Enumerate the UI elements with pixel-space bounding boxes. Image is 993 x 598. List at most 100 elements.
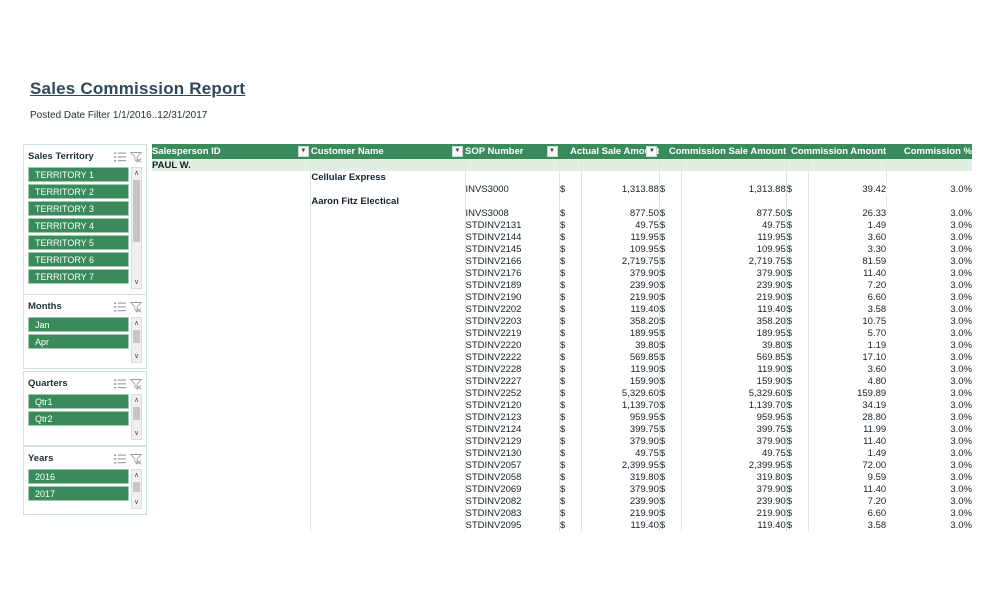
slicer-item[interactable]: 2016 bbox=[28, 469, 129, 484]
currency-symbol: $ bbox=[559, 231, 582, 243]
slicer-item[interactable]: TERRITORY 7 bbox=[28, 269, 129, 284]
slicer-item[interactable]: TERRITORY 6 bbox=[28, 252, 129, 267]
slicer-item[interactable]: Qtr1 bbox=[28, 394, 129, 409]
slicer-sales-territory[interactable]: Sales Territory TERRITORY 1 TERRITORY 2 TER… bbox=[23, 144, 147, 295]
currency-symbol: $ bbox=[559, 471, 582, 483]
empty-cell bbox=[152, 195, 311, 207]
commission-amount-value: 3.58 bbox=[807, 303, 887, 315]
slicer-item[interactable]: TERRITORY 1 bbox=[28, 167, 129, 182]
sop-number-value: STDINV2130 bbox=[464, 447, 560, 459]
table-row: STDINV2190 $219.90 $219.90 $6.60 3.0% bbox=[152, 291, 972, 303]
column-filter-dropdown-icon[interactable]: ▼ bbox=[452, 146, 463, 157]
multi-select-icon[interactable] bbox=[114, 453, 126, 465]
currency-symbol: $ bbox=[785, 291, 809, 303]
commission-amount-value: 3.60 bbox=[807, 231, 887, 243]
commission-pct-value: 3.0% bbox=[950, 423, 972, 435]
clear-filter-icon[interactable] bbox=[130, 378, 142, 390]
commission-sale-amount-value: 119.90 bbox=[680, 363, 787, 375]
empty-cell bbox=[310, 519, 465, 531]
slicer-item[interactable]: TERRITORY 3 bbox=[28, 201, 129, 216]
currency-symbol: $ bbox=[559, 375, 582, 387]
slicer-scrollbar[interactable]: ∧ ∨ bbox=[131, 469, 142, 509]
commission-pct-value: 3.0% bbox=[950, 399, 972, 411]
commission-sale-amount-value: 119.40 bbox=[680, 303, 787, 315]
commission-amount-value: 39.42 bbox=[807, 183, 887, 195]
empty-cell bbox=[559, 171, 582, 183]
slicer-scrollbar[interactable]: ∧ ∨ bbox=[131, 394, 142, 440]
slicer-years[interactable]: Years 2016 2017 ∧ ∨ bbox=[23, 446, 147, 515]
commission-pct-value: 3.0% bbox=[950, 435, 972, 447]
multi-select-icon[interactable] bbox=[114, 378, 126, 390]
scrollbar-thumb[interactable] bbox=[133, 180, 140, 242]
currency-symbol: $ bbox=[658, 507, 682, 519]
currency-symbol: $ bbox=[559, 207, 582, 219]
slicer-item-list: TERRITORY 1 TERRITORY 2 TERRITORY 3 TERRITO… bbox=[28, 167, 142, 289]
commission-sale-amount-value: 1,139.70 bbox=[680, 399, 787, 411]
commission-pct-value: 3.0% bbox=[950, 363, 972, 375]
multi-select-icon[interactable] bbox=[114, 151, 126, 163]
scroll-down-icon[interactable]: ∨ bbox=[132, 428, 141, 439]
currency-symbol: $ bbox=[559, 351, 582, 363]
currency-symbol: $ bbox=[559, 459, 582, 471]
clear-filter-icon[interactable] bbox=[130, 301, 142, 313]
actual-sale-amount-value: 569.85 bbox=[580, 351, 660, 363]
scrollbar-thumb[interactable] bbox=[133, 407, 140, 420]
scrollbar-thumb[interactable] bbox=[133, 330, 140, 343]
currency-symbol: $ bbox=[658, 435, 682, 447]
slicer-item[interactable]: TERRITORY 4 bbox=[28, 218, 129, 233]
clear-filter-icon[interactable] bbox=[130, 151, 142, 163]
currency-symbol: $ bbox=[658, 183, 682, 195]
commission-sale-amount-value: 2,719.75 bbox=[680, 255, 787, 267]
clear-filter-icon[interactable] bbox=[130, 453, 142, 465]
commission-pct-value: 3.0% bbox=[950, 519, 972, 531]
slicer-item[interactable]: Apr bbox=[28, 334, 129, 349]
scroll-up-icon[interactable]: ∧ bbox=[132, 318, 141, 329]
currency-symbol: $ bbox=[658, 459, 682, 471]
multi-select-icon[interactable] bbox=[114, 301, 126, 313]
empty-cell bbox=[152, 231, 311, 243]
slicer-item[interactable]: TERRITORY 2 bbox=[28, 184, 129, 199]
column-filter-dropdown-icon[interactable]: ▼ bbox=[646, 146, 658, 157]
slicer-item[interactable]: Jan bbox=[28, 317, 129, 332]
empty-cell bbox=[580, 195, 660, 207]
commission-amount-value: 34.19 bbox=[807, 399, 887, 411]
currency-symbol: $ bbox=[785, 339, 809, 351]
empty-cell bbox=[310, 459, 465, 471]
currency-symbol: $ bbox=[785, 255, 809, 267]
empty-cell bbox=[152, 183, 311, 195]
currency-symbol: $ bbox=[785, 495, 809, 507]
column-filter-dropdown-icon[interactable]: ▼ bbox=[546, 146, 558, 157]
column-filter-dropdown-icon[interactable]: ▼ bbox=[297, 146, 309, 157]
commission-sale-amount-value: 49.75 bbox=[680, 447, 787, 459]
slicer-months[interactable]: Months Jan Apr ∧ ∨ bbox=[23, 294, 147, 369]
empty-cell bbox=[152, 279, 311, 291]
commission-amount-value: 10.75 bbox=[807, 315, 887, 327]
sop-number-value: INVS3000 bbox=[464, 183, 560, 195]
slicer-scrollbar[interactable]: ∧ ∨ bbox=[131, 167, 142, 289]
table-row: STDINV2131 $49.75 $49.75 $1.49 3.0% bbox=[152, 219, 972, 231]
slicer-item[interactable]: 2017 bbox=[28, 486, 129, 501]
empty-cell bbox=[310, 411, 465, 423]
column-header-sop-number: SOP Number ▼ bbox=[465, 144, 560, 159]
table-row: INVS3008 $877.50 $877.50 $26.33 3.0% bbox=[152, 207, 972, 219]
slicer-item[interactable]: TERRITORY 5 bbox=[28, 235, 129, 250]
currency-symbol: $ bbox=[785, 207, 809, 219]
slicer-quarters[interactable]: Quarters Qtr1 Qtr2 ∧ ∨ bbox=[23, 371, 147, 446]
scroll-down-icon[interactable]: ∨ bbox=[132, 277, 141, 288]
scroll-up-icon[interactable]: ∧ bbox=[132, 395, 141, 406]
scroll-up-icon[interactable]: ∧ bbox=[132, 168, 141, 179]
commission-amount-value: 3.60 bbox=[807, 363, 887, 375]
currency-symbol: $ bbox=[559, 447, 582, 459]
scroll-down-icon[interactable]: ∨ bbox=[132, 351, 141, 362]
scroll-down-icon[interactable]: ∨ bbox=[132, 497, 141, 508]
scroll-up-icon[interactable]: ∧ bbox=[132, 470, 141, 481]
currency-symbol: $ bbox=[658, 495, 682, 507]
slicer-scrollbar[interactable]: ∧ ∨ bbox=[131, 317, 142, 363]
scrollbar-thumb[interactable] bbox=[133, 482, 140, 492]
table-row: STDINV2120 $1,139.70 $1,139.70 $34.19 3.0% bbox=[152, 399, 972, 411]
column-header-commission-pct: Commission % bbox=[886, 144, 972, 159]
sop-number-value: STDINV2202 bbox=[464, 303, 560, 315]
currency-symbol: $ bbox=[559, 387, 582, 399]
column-header-label: SOP Number bbox=[465, 146, 524, 157]
slicer-item[interactable]: Qtr2 bbox=[28, 411, 129, 426]
